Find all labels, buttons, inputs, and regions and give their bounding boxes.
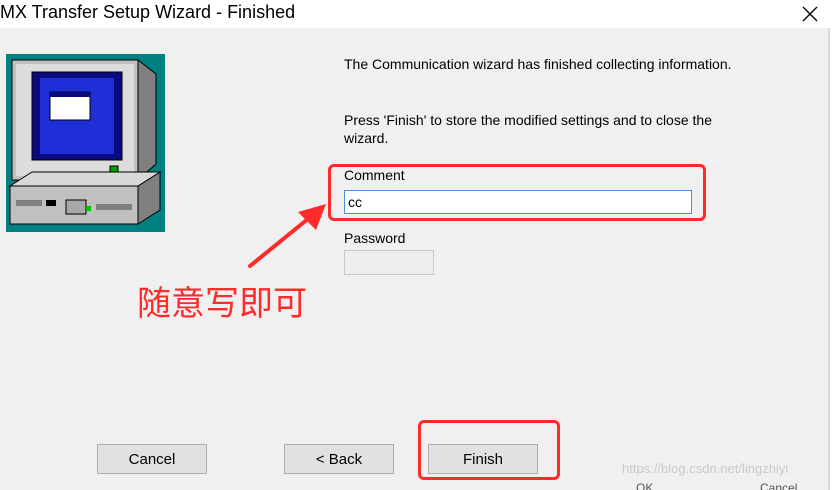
cancel-button[interactable]: Cancel xyxy=(97,444,207,474)
cancel-button-cutoff[interactable]: Cancel xyxy=(760,481,797,490)
finish-instruction: Press 'Finish' to store the modified set… xyxy=(344,112,712,146)
comment-highlight-box xyxy=(328,164,706,221)
finish-button[interactable]: Finish xyxy=(428,444,538,474)
window-title: MX Transfer Setup Wizard - Finished xyxy=(0,2,296,22)
password-input[interactable] xyxy=(344,250,434,275)
password-label: Password xyxy=(344,230,406,246)
annotation-arrow-icon xyxy=(248,204,326,268)
close-button[interactable] xyxy=(788,0,834,28)
title-bar: MX Transfer Setup Wizard - Finished xyxy=(0,0,834,28)
computer-monitor-icon xyxy=(6,54,165,232)
ok-button-cutoff[interactable]: OK xyxy=(636,481,653,490)
finished-message: The Communication wizard has finished co… xyxy=(344,56,732,72)
watermark: https://blog.csdn.net/lingzhiyi xyxy=(622,461,789,476)
annotation-text: 随意写即可 xyxy=(137,284,307,324)
back-button[interactable]: < Back xyxy=(284,444,394,474)
close-icon xyxy=(802,6,818,22)
